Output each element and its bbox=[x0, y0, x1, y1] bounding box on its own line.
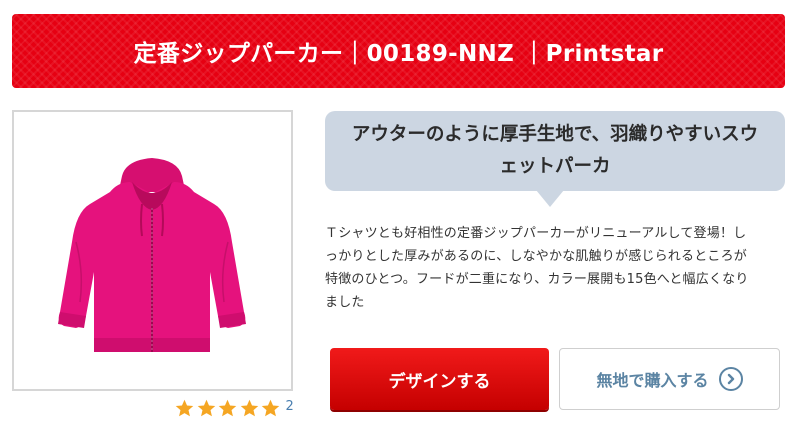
star-icon bbox=[175, 399, 194, 416]
star-icon bbox=[218, 399, 237, 416]
star-icon bbox=[197, 399, 215, 416]
star-icon bbox=[261, 399, 280, 416]
catch-copy-bubble: アウターのように厚手生地で、羽織りやすいスウ ェットパーカ bbox=[325, 111, 785, 191]
plain-purchase-label: 無地で購入する bbox=[596, 371, 709, 390]
description-line: 特徴のひとつ。フードが二重になり、カラー展開も15色へと幅広くなり bbox=[325, 272, 749, 287]
catch-copy-line: ェットパーカ bbox=[499, 156, 611, 177]
star-icon bbox=[240, 399, 258, 416]
catch-copy-line: アウターのように厚手生地で、羽織りやすいスウ bbox=[351, 124, 759, 145]
title-banner: 定番ジップパーカー｜00189-NNZ ｜Printstar bbox=[12, 14, 785, 88]
description-line: Ｔシャツとも好相性の定番ジップパーカーがリニューアルして登場！し bbox=[325, 226, 747, 241]
product-image-frame[interactable] bbox=[12, 110, 293, 391]
hoodie-image bbox=[58, 158, 246, 352]
page-title: 定番ジップパーカー｜00189-NNZ ｜Printstar bbox=[133, 41, 664, 67]
description-line: っかりとした厚みがあるのに、しなやかな肌触りが感じられるところが bbox=[325, 249, 748, 264]
catch-copy: アウターのように厚手生地で、羽織りやすいスウ ェットパーカ bbox=[352, 119, 758, 183]
bubble-tail bbox=[536, 190, 564, 207]
plain-purchase-button[interactable]: 無地で購入する bbox=[559, 348, 780, 410]
design-button-label: デザインする bbox=[388, 371, 491, 392]
design-button[interactable]: デザインする bbox=[330, 348, 549, 410]
review-count-link[interactable]: 2 bbox=[286, 399, 294, 414]
description-line: ました bbox=[325, 295, 365, 310]
star-rating[interactable]: 2 bbox=[174, 397, 294, 419]
product-description: Ｔシャツとも好相性の定番ジップパーカーがリニューアルして登場！し っかりとした厚… bbox=[325, 222, 783, 314]
chevron-right-circle-icon bbox=[718, 367, 743, 391]
